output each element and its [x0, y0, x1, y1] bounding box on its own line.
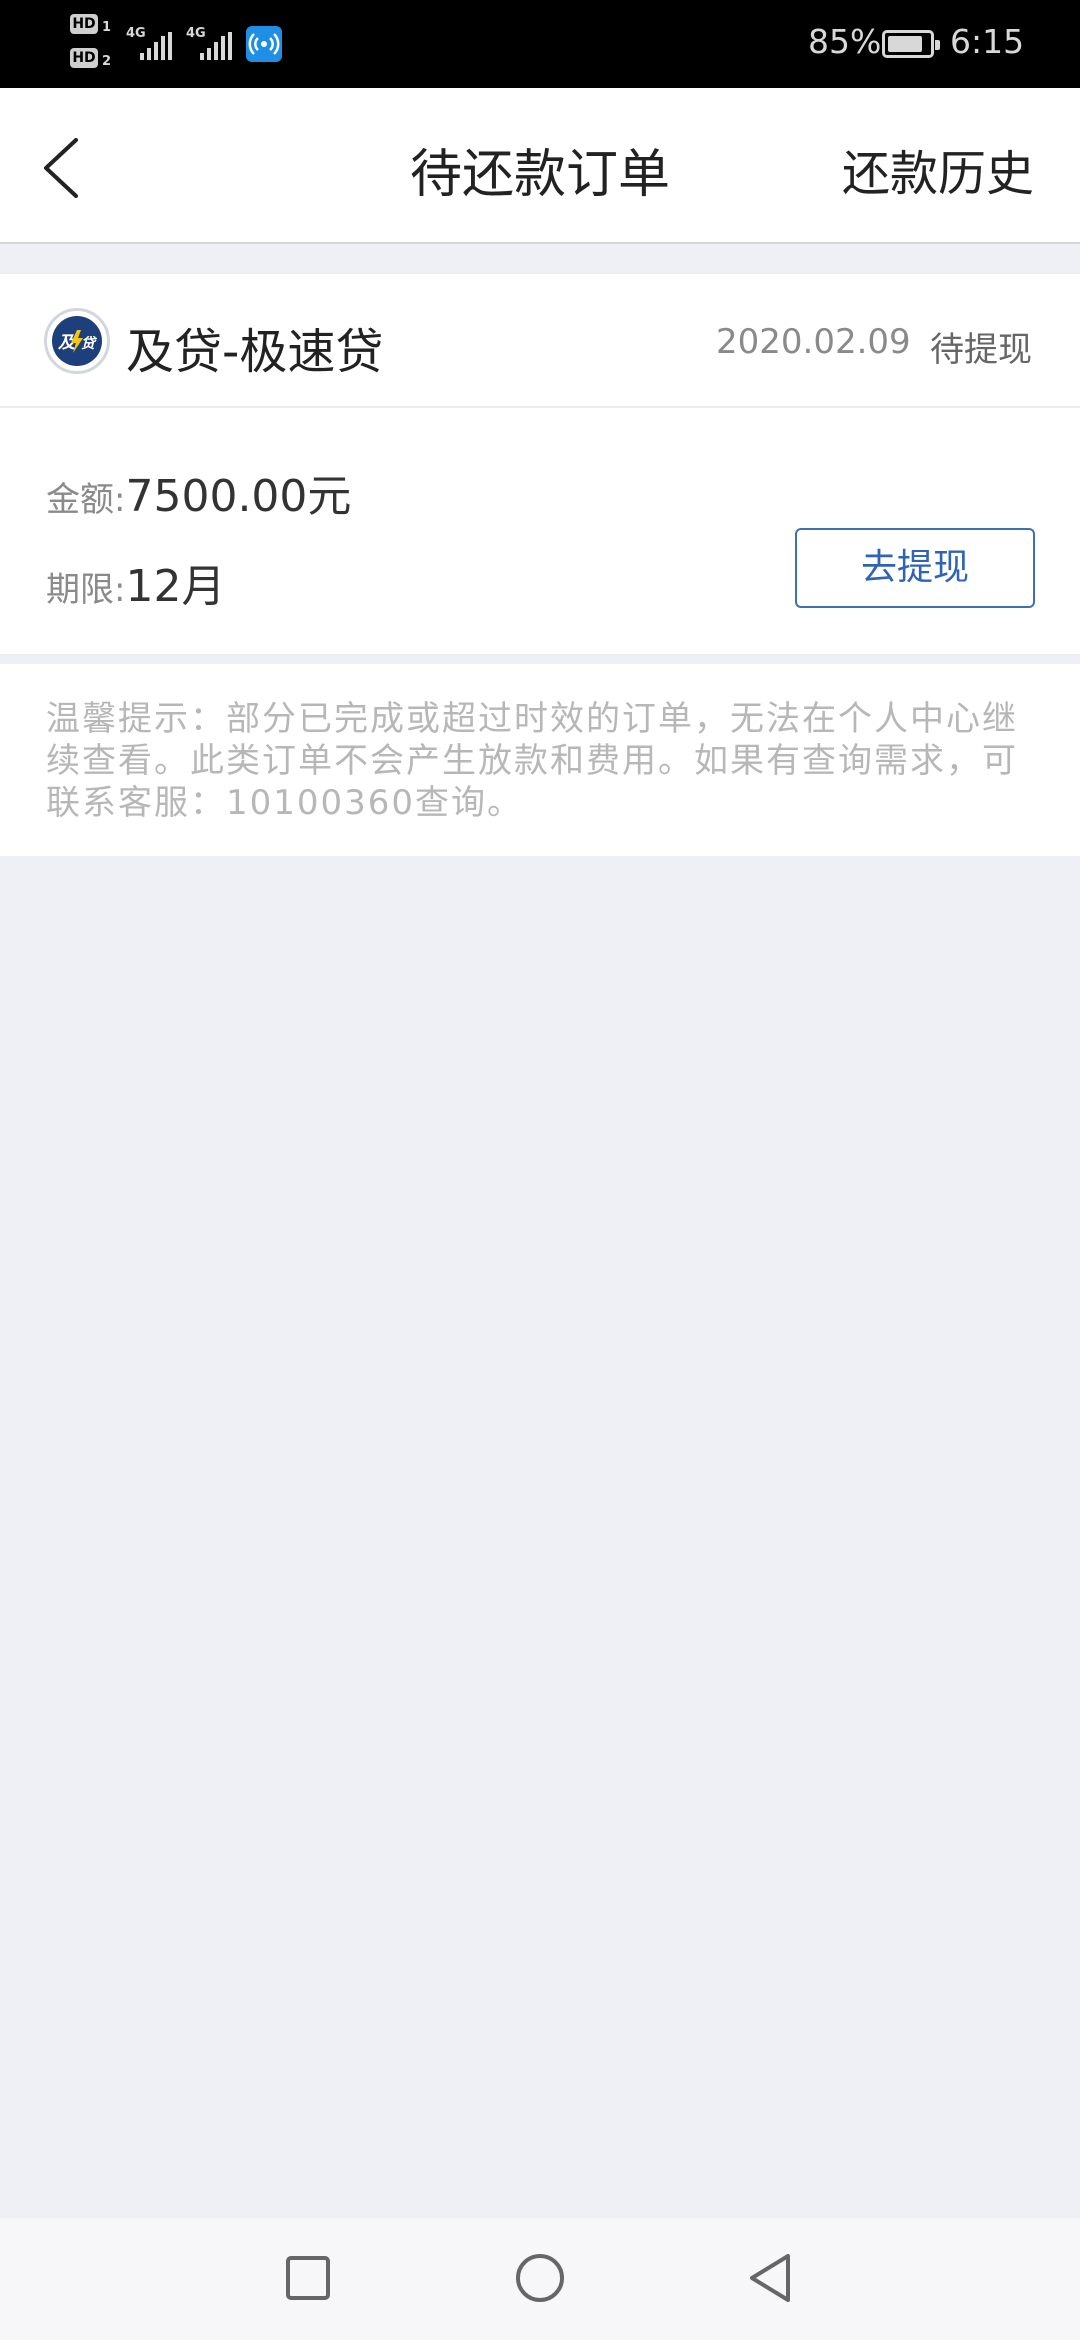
status-bar: HD 1 HD 2 4G 4G 85% 6:15 [0, 0, 1080, 88]
term-value: 12月 [125, 561, 226, 612]
home-button[interactable] [510, 2248, 570, 2308]
repayment-history-link[interactable]: 还款历史 [842, 134, 1034, 204]
term-label: 期限: [46, 570, 126, 610]
title-bar: 待还款订单 还款历史 [0, 88, 1080, 244]
order-status: 待提现 [930, 330, 1032, 370]
recent-apps-button[interactable] [278, 2248, 338, 2308]
battery-fill [888, 36, 922, 52]
hd-sim1-number: 1 [102, 20, 112, 35]
hd-badge-sim2: HD [70, 48, 98, 68]
lender-logo-icon: 及 贷 [44, 308, 110, 374]
amount-value: 7500.00元 [125, 471, 352, 522]
hd-indicator: HD 1 HD 2 [70, 14, 118, 74]
order-date: 2020.02.09 [716, 322, 911, 362]
hd-sim2-number: 2 [102, 54, 112, 69]
product-name: 及贷-极速贷 [126, 324, 384, 380]
wifi-hotspot-icon [246, 26, 282, 62]
term-row: 期限:12月 [46, 550, 225, 614]
amount-row: 金额:7500.00元 [46, 460, 351, 524]
status-clock: 6:15 [950, 22, 1025, 61]
battery-icon [882, 30, 940, 58]
back-button[interactable] [30, 128, 100, 208]
sim1-signal-icon: 4G [126, 20, 174, 60]
system-nav-bar [0, 2218, 1080, 2340]
battery-percentage: 85% [808, 22, 882, 61]
notice-text: 温馨提示：部分已完成或超过时效的订单，无法在个人中心继续查看。此类订单不会产生放… [46, 699, 1018, 823]
circle-home-icon [516, 2254, 564, 2302]
svg-text:贷: 贷 [81, 335, 97, 352]
triangle-back-icon [750, 2254, 790, 2302]
order-card: 及 贷 及贷-极速贷 2020.02.09 待提现 金额:7500.00元 期限… [0, 274, 1080, 654]
withdraw-button[interactable]: 去提现 [795, 528, 1035, 608]
hd-badge-sim1: HD [70, 14, 98, 34]
amount-label: 金额: [46, 480, 126, 520]
sim2-signal-icon: 4G [186, 20, 234, 60]
order-card-header: 及 贷 及贷-极速贷 2020.02.09 待提现 [0, 274, 1080, 408]
notice-panel: 温馨提示：部分已完成或超过时效的订单，无法在个人中心继续查看。此类订单不会产生放… [0, 664, 1080, 856]
square-recent-apps-icon [286, 2256, 330, 2300]
chevron-left-icon [44, 138, 78, 198]
system-back-button[interactable] [742, 2248, 802, 2308]
